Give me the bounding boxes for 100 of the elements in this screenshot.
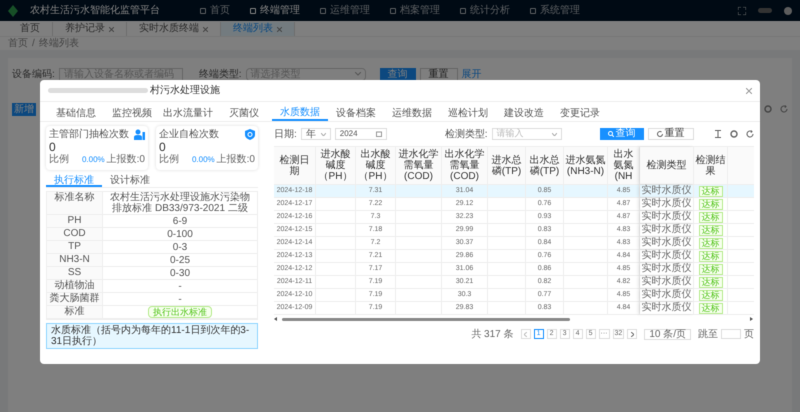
- result-tag: 达标: [698, 186, 722, 196]
- standard-label: PH: [47, 215, 103, 227]
- standard-tab[interactable]: 设计标准: [102, 173, 158, 187]
- result-tag: 达标: [698, 238, 722, 248]
- modal-tab[interactable]: 变更记录: [552, 105, 608, 121]
- column-header: 进水酸碱度（PH）: [316, 147, 356, 184]
- standard-value: -: [178, 280, 182, 292]
- modal-tab[interactable]: 运维数据: [384, 105, 440, 121]
- shield-icon: [245, 129, 255, 140]
- chevron-down-icon: [320, 132, 326, 136]
- modal-tab[interactable]: 灭菌仪: [216, 105, 272, 121]
- modal-tab[interactable]: 监控视频: [104, 105, 160, 121]
- column-header: 出水化学需氧量(COD): [442, 147, 488, 184]
- column-header: 检测类型: [640, 147, 694, 184]
- total-count: 共 317 条: [471, 328, 514, 342]
- breadcrumb-item: 终端列表: [38, 36, 79, 51]
- refresh-icon[interactable]: [780, 105, 788, 113]
- column-header: 出水总磷(TP): [526, 147, 564, 184]
- column-header: 进水总磷(TP): [488, 147, 526, 184]
- jump-input[interactable]: [721, 329, 741, 339]
- search-button[interactable]: 查询: [600, 128, 644, 140]
- column-header: 检测结果: [694, 147, 728, 184]
- result-tag: 达标: [698, 224, 722, 236]
- period-select[interactable]: 年: [300, 128, 331, 140]
- standard-label: 粪大肠菌群: [47, 293, 103, 305]
- standard-value: 0-30: [170, 268, 190, 278]
- prev-page-button[interactable]: [520, 329, 531, 339]
- year-picker[interactable]: 2024: [334, 128, 387, 140]
- filter-label: 设备编码:: [12, 68, 55, 82]
- stat-title: 企业自检次数: [159, 129, 219, 140]
- standard-tab[interactable]: 执行标准: [46, 173, 102, 187]
- result-tag: 达标: [698, 212, 722, 222]
- standard-value: 0-25: [170, 254, 190, 266]
- reported-count: 上报数:0: [106, 154, 145, 165]
- ratio-label: 比例: [159, 154, 179, 165]
- table-cell: 实时水质仪: [642, 290, 692, 300]
- scrollbar-thumb[interactable]: [282, 318, 570, 320]
- page-size-select[interactable]: 10 条/页: [644, 328, 691, 340]
- result-tag: 达标: [698, 198, 722, 210]
- result-tag: 达标: [698, 290, 722, 300]
- date-label: 日期:: [274, 128, 297, 142]
- column-header: 出水酸碱度（PH）: [356, 147, 396, 184]
- next-page-button[interactable]: [627, 329, 638, 339]
- close-icon: [277, 26, 282, 32]
- table-cell: 实时水质仪: [642, 186, 692, 196]
- close-icon[interactable]: [746, 88, 752, 94]
- chevron-down-icon: [552, 132, 557, 136]
- modal-tab[interactable]: 建设改造: [496, 105, 552, 121]
- nav-item[interactable]: 终端管理: [246, 3, 304, 18]
- scroll-left-icon: [274, 317, 278, 321]
- column-header: 出水氨氮(NH: [608, 147, 640, 184]
- chevron-down-icon: [354, 72, 361, 76]
- person-badge-icon: [134, 129, 145, 140]
- table-cell: 实时水质仪: [642, 212, 692, 222]
- ratio-value: 0.00%: [82, 154, 105, 165]
- table-cell: 实时水质仪: [642, 238, 692, 248]
- standard-label: COD: [47, 228, 103, 240]
- breadcrumb-separator: /: [32, 37, 35, 51]
- logo-icon: [8, 4, 18, 16]
- result-tag: 达标: [698, 264, 722, 274]
- jump-suffix: 页: [744, 328, 754, 342]
- reset-button[interactable]: 重置: [648, 128, 694, 140]
- standard-value: 农村生活污水处理设施水污染物排放标准 DB33/973-2021 二级: [109, 192, 251, 214]
- column-header: 进水氨氮(NH3-N): [564, 147, 608, 184]
- standard-label: NH3-N: [47, 254, 103, 266]
- reported-count: 上报数:0: [216, 154, 255, 165]
- modal-tab[interactable]: 出水流量计: [160, 105, 216, 121]
- avatar-icon[interactable]: [784, 6, 792, 14]
- jump-label: 跳至: [698, 328, 718, 342]
- type-label: 检测类型:: [444, 128, 488, 142]
- calendar-icon: [376, 131, 382, 137]
- modal-tab[interactable]: 巡检计划: [440, 105, 496, 121]
- standard-label: 标准: [47, 306, 103, 318]
- app-title: 农村生活污水智能化监管平台: [30, 4, 160, 18]
- ratio-label: 比例: [49, 154, 69, 165]
- scroll-right-icon: [750, 317, 754, 321]
- fullscreen-icon: [738, 6, 746, 14]
- refresh-icon[interactable]: [746, 130, 754, 138]
- standard-value: 0-100: [167, 228, 193, 240]
- standard-tag: 执行出水标准: [148, 306, 212, 318]
- table-cell: 实时水质仪: [642, 264, 692, 274]
- modal-title: 村污水处理设施: [150, 84, 220, 98]
- standard-value: -: [178, 294, 182, 304]
- modal-tab[interactable]: 基础信息: [48, 105, 104, 121]
- close-icon: [109, 26, 114, 32]
- info-note: 水质标准（括号内为每年的11-1日到次年的3-31日执行）: [46, 323, 258, 349]
- column-height-icon[interactable]: [714, 130, 722, 138]
- modal-tab[interactable]: 水质数据: [272, 105, 328, 121]
- result-tag: 达标: [698, 250, 722, 262]
- standard-label: 标准名称: [47, 192, 103, 214]
- user-name-placeholder: [758, 8, 772, 13]
- table-cell: 实时水质仪: [642, 225, 692, 235]
- stat-value: 0: [49, 140, 56, 154]
- result-tag: 达标: [698, 302, 722, 314]
- table-cell: 实时水质仪: [642, 277, 692, 287]
- search-icon: [608, 131, 614, 137]
- standard-label: 动植物油: [47, 280, 103, 292]
- modal-tab[interactable]: 设备档案: [328, 105, 384, 121]
- ratio-value: 0.00%: [192, 154, 215, 165]
- refresh-icon: [656, 131, 663, 137]
